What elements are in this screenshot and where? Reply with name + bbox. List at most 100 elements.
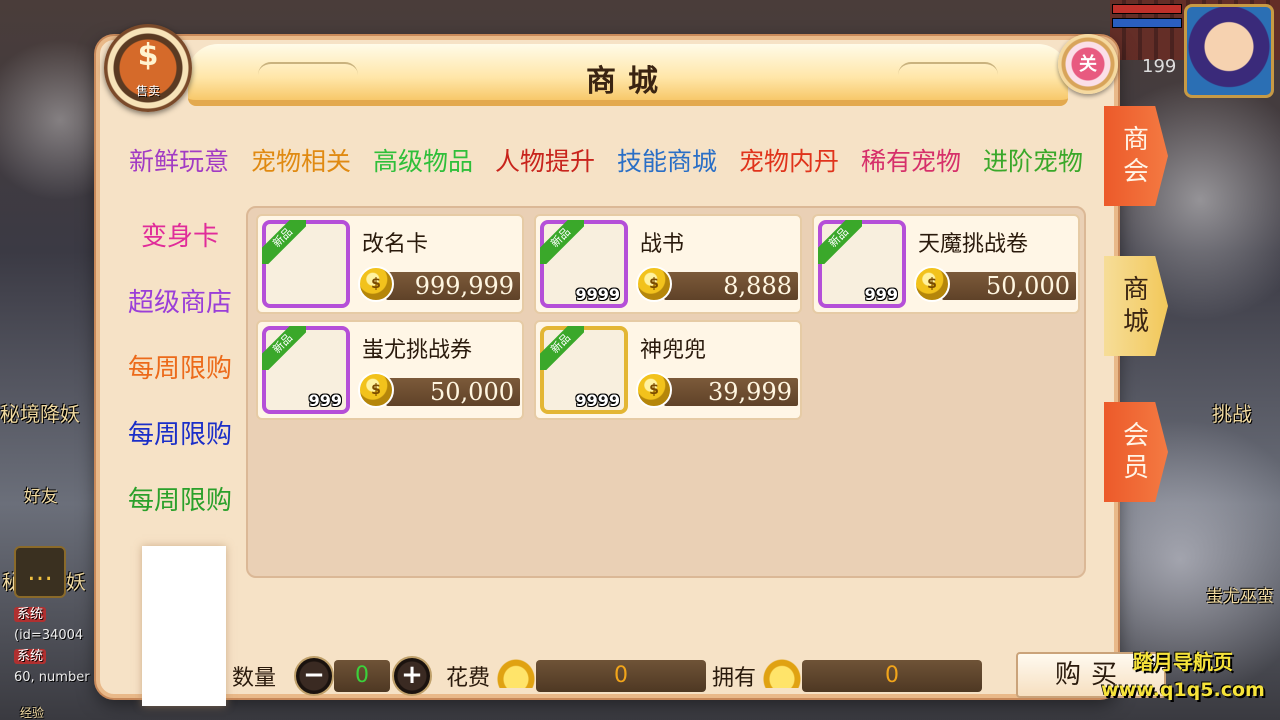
right-tab-2[interactable]: 会员 [1104, 402, 1168, 502]
side-tab-2[interactable]: 每周限购 [110, 338, 250, 404]
product-grid: 新品 改名卡 999,999 $ 新品 9999 战书 8,888 $ 新品 9… [246, 206, 1086, 578]
item-icon-frame: 新品 9999 [540, 326, 628, 414]
side-tab-0[interactable]: 变身卡 [110, 206, 250, 272]
close-icon: 关 [1079, 54, 1097, 75]
tab-category-0[interactable]: 新鲜玩意 [118, 136, 240, 186]
item-icon-frame: 新品 999 [262, 326, 350, 414]
item-name: 蚩尤挑战券 [362, 338, 473, 363]
right-tab-0[interactable]: 商会 [1104, 106, 1168, 206]
decrease-quantity-button[interactable]: − [294, 656, 334, 696]
coin-icon: $ [358, 266, 394, 302]
product-card[interactable]: 新品 9999 战书 8,888 $ [534, 214, 802, 314]
chat-icon[interactable]: … [14, 546, 66, 598]
tab-category-3[interactable]: 人物提升 [484, 136, 606, 186]
currency-icon: $ [137, 38, 159, 73]
increase-quantity-button[interactable]: + [392, 656, 432, 696]
category-tabs: 新鲜玩意 宠物相关 高级物品 人物提升 技能商城 宠物内丹 稀有宠物 进阶宠物 [118, 136, 1094, 186]
item-price: 39,999 [708, 378, 792, 406]
tab-category-5[interactable]: 宠物内丹 [728, 136, 850, 186]
price-bar: 50,000 [942, 272, 1076, 300]
tab-category-1[interactable]: 宠物相关 [240, 136, 362, 186]
product-card[interactable]: 新品 改名卡 999,999 $ [256, 214, 524, 314]
gold-ingot-icon [762, 658, 802, 688]
new-badge: 新品 [262, 326, 306, 370]
system-tag: 系统 [14, 607, 47, 622]
watermark: 踏月导航页 www.q1q5.com [1098, 646, 1268, 701]
item-price: 50,000 [430, 378, 514, 406]
quantity-label: 数量 [232, 666, 277, 691]
tab-category-4[interactable]: 技能商城 [606, 136, 728, 186]
mp-bar [1112, 18, 1182, 28]
scene-label-secret-realm[interactable]: 秘境降妖 [0, 398, 80, 427]
item-icon-frame: 新品 9999 [540, 220, 628, 308]
product-card[interactable]: 新品 999 蚩尤挑战券 50,000 $ [256, 320, 524, 420]
item-name: 天魔挑战卷 [918, 232, 1029, 257]
new-badge-label: 新品 [262, 220, 306, 264]
side-tab-3[interactable]: 每周限购 [110, 404, 250, 470]
owned-value: 0 [802, 660, 982, 692]
cost-value: 0 [536, 660, 706, 692]
side-tab-placeholder [142, 546, 226, 706]
player-level: 199 [1142, 56, 1177, 77]
scene-label-friends[interactable]: 好友 [24, 482, 58, 507]
item-quantity: 9999 [575, 285, 620, 304]
close-button[interactable]: 关 [1058, 34, 1118, 94]
item-price: 8,888 [723, 272, 792, 300]
sell-button[interactable]: $ 售卖 [104, 24, 192, 112]
coin-icon: $ [636, 266, 672, 302]
quantity-input[interactable]: 0 [334, 660, 390, 692]
xp-label: 经验 [20, 706, 45, 720]
new-badge-label: 新品 [540, 220, 584, 264]
price-bar: 999,999 [386, 272, 520, 300]
tab-category-2[interactable]: 高级物品 [362, 136, 484, 186]
item-name: 改名卡 [362, 232, 429, 257]
product-card[interactable]: 新品 9999 神兜兜 39,999 $ [534, 320, 802, 420]
item-icon-frame: 新品 999 [818, 220, 906, 308]
item-name: 神兜兜 [640, 338, 707, 363]
item-quantity: 9999 [575, 391, 620, 410]
cost-label: 花费 [446, 666, 491, 691]
new-badge-label: 新品 [540, 326, 584, 370]
product-card[interactable]: 新品 999 天魔挑战卷 50,000 $ [812, 214, 1080, 314]
scene-npc-name[interactable]: 蚩尤巫蛮 [1206, 582, 1274, 607]
new-badge: 新品 [262, 220, 306, 264]
sub-category-tabs: 变身卡 超级商店 每周限购 每周限购 每周限购 [110, 206, 250, 536]
scene-label-partial-2: 妖 [66, 570, 86, 594]
coin-icon: $ [358, 372, 394, 408]
owned-label: 拥有 [712, 666, 757, 691]
item-quantity: 999 [864, 285, 898, 304]
side-tab-4[interactable]: 每周限购 [110, 470, 250, 536]
title-bar: 商城 [188, 44, 1068, 106]
new-badge: 新品 [540, 326, 584, 370]
item-name: 战书 [640, 232, 685, 257]
price-bar: 39,999 [664, 378, 798, 406]
tab-category-7[interactable]: 进阶宠物 [972, 136, 1094, 186]
item-quantity: 999 [308, 391, 342, 410]
coin-icon: $ [914, 266, 950, 302]
scene-label-challenge[interactable]: 挑战 [1212, 398, 1252, 427]
right-tab-1[interactable]: 商城 [1104, 256, 1168, 356]
sell-label: 售卖 [135, 84, 160, 98]
new-badge: 新品 [540, 220, 584, 264]
system-log: 系统 (id=34004 系统 60, number [14, 604, 90, 688]
side-tab-1[interactable]: 超级商店 [110, 272, 250, 338]
system-tag: 系统 [14, 649, 47, 664]
tab-category-6[interactable]: 稀有宠物 [850, 136, 972, 186]
item-price: 50,000 [986, 272, 1070, 300]
system-log-line: 60, number [14, 670, 90, 685]
player-avatar[interactable] [1184, 4, 1274, 98]
price-bar: 50,000 [386, 378, 520, 406]
system-log-line: (id=34004 [14, 628, 84, 643]
hp-bar [1112, 4, 1182, 14]
item-price: 999,999 [414, 272, 514, 300]
coin-icon: $ [636, 372, 672, 408]
new-badge: 新品 [818, 220, 862, 264]
price-bar: 8,888 [664, 272, 798, 300]
watermark-line-2: www.q1q5.com [1101, 679, 1265, 701]
page-title: 商城 [586, 64, 670, 99]
purchase-bar: 数量 − 0 + 花费 0 拥有 0 购买 [230, 652, 1180, 700]
gold-ingot-icon [496, 658, 536, 688]
watermark-line-1: 踏月导航页 [1133, 650, 1233, 674]
new-badge-label: 新品 [818, 220, 862, 264]
shop-window: 商城 $ 售卖 关 新鲜玩意 宠物相关 高级物品 人物提升 技能商城 宠物内丹 稀有宠物 进阶… [96, 24, 1166, 706]
